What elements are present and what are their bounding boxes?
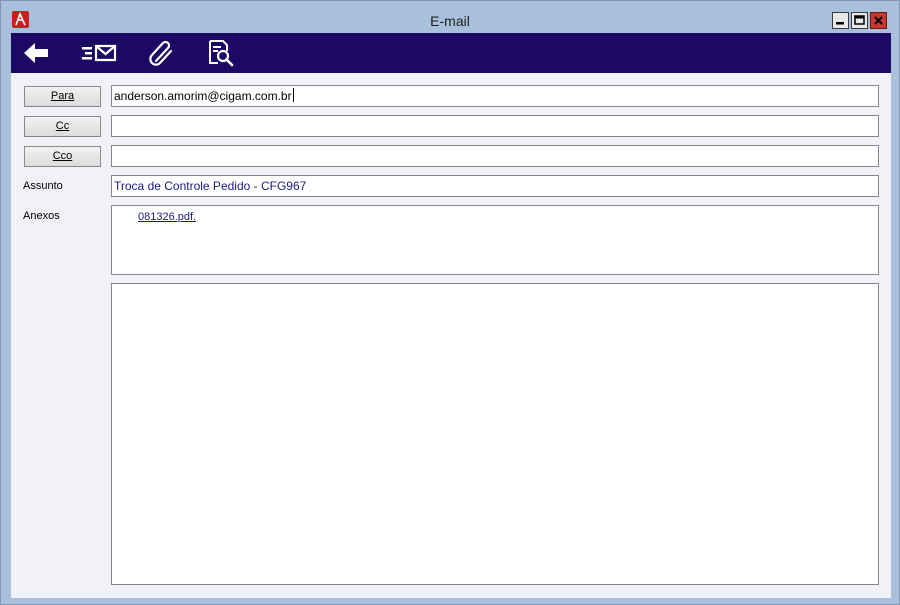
close-icon [874, 16, 883, 25]
para-button[interactable]: Para [24, 86, 101, 107]
window-title: E-mail [430, 13, 470, 29]
close-button[interactable] [870, 12, 887, 29]
email-form: Para anderson.amorim@cigam.com.br Cc Cco… [11, 73, 891, 598]
minimize-button[interactable] [832, 12, 849, 29]
text-caret [292, 88, 294, 102]
para-value: anderson.amorim@cigam.com.br [114, 89, 292, 103]
cc-button[interactable]: Cc [24, 116, 101, 137]
minimize-icon [836, 22, 844, 25]
message-body[interactable] [111, 283, 879, 585]
cco-input[interactable] [111, 145, 879, 167]
back-button[interactable] [21, 39, 51, 67]
attachment-link[interactable]: 081326.pdf. [138, 211, 196, 223]
maximize-icon [854, 15, 865, 25]
maximize-button[interactable] [851, 12, 868, 29]
back-arrow-icon [24, 43, 48, 63]
document-search-icon [209, 40, 234, 67]
assunto-label: Assunto [23, 180, 63, 192]
mail-list-button[interactable] [81, 39, 117, 67]
preview-button[interactable] [205, 39, 235, 67]
paperclip-icon [149, 40, 173, 66]
para-input[interactable]: anderson.amorim@cigam.com.br [111, 85, 879, 107]
title-bar: E-mail [1, 1, 899, 32]
cco-button[interactable]: Cco [24, 146, 101, 167]
mail-list-icon [82, 44, 117, 62]
attach-button[interactable] [147, 39, 177, 67]
assunto-input[interactable]: Troca de Controle Pedido - CFG967 [111, 175, 879, 197]
cc-input[interactable] [111, 115, 879, 137]
anexos-label: Anexos [23, 210, 60, 222]
email-window: E-mail Para anderson.amorim@cigam.com.br… [0, 0, 900, 605]
toolbar [11, 33, 891, 73]
attachments-list: 081326.pdf. [111, 205, 879, 275]
